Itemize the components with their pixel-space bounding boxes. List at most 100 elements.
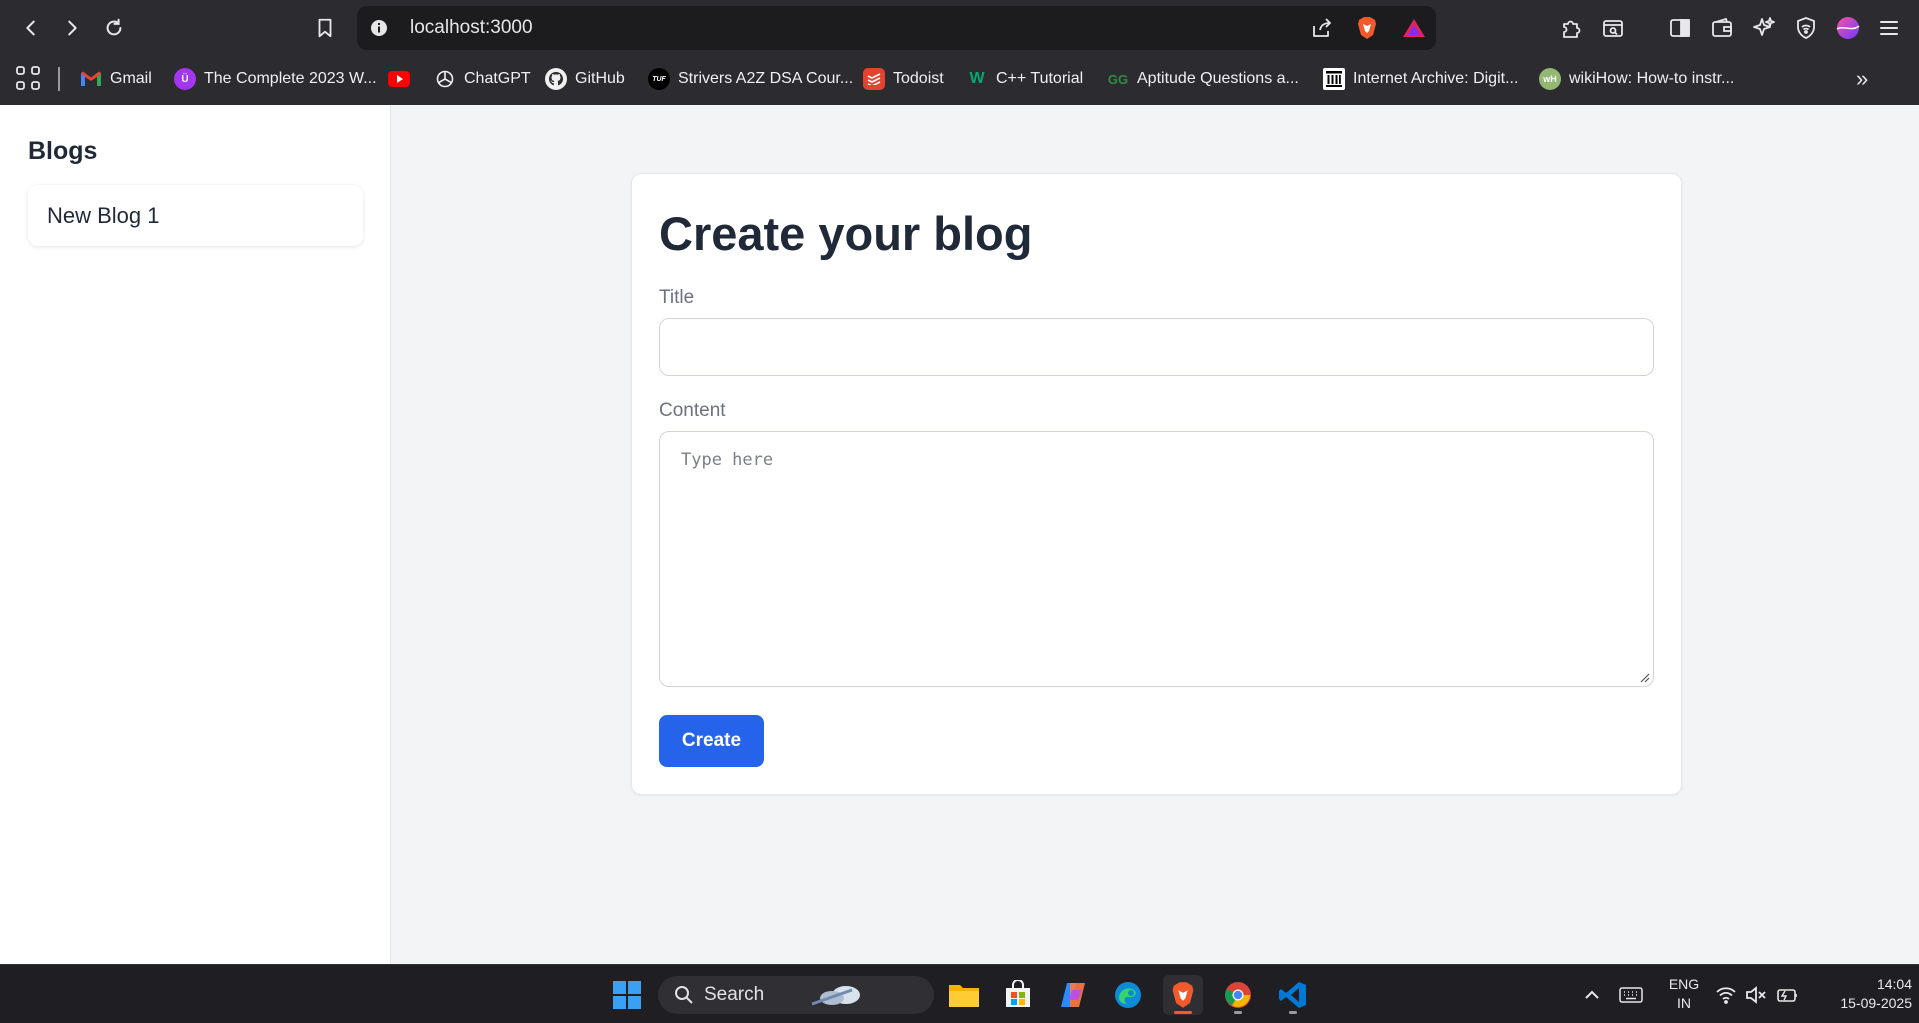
url-text[interactable]: localhost:3000 — [410, 17, 533, 39]
title-input[interactable] — [659, 318, 1654, 376]
bookmark-udemy[interactable]: Ü The Complete 2023 W... — [174, 64, 377, 94]
bookmark-github[interactable]: GitHub — [545, 64, 625, 94]
bookmark-todoist[interactable]: Todoist — [863, 64, 944, 94]
vpn-icon[interactable] — [1790, 12, 1822, 44]
udemy-icon: Ü — [174, 68, 196, 90]
bookmark-internet-archive[interactable]: Internet Archive: Digit... — [1323, 64, 1518, 94]
tab-search-icon[interactable] — [1597, 12, 1629, 44]
wifi-icon[interactable] — [1715, 965, 1737, 1023]
language-code: ENG — [1668, 976, 1700, 992]
menu-icon[interactable] — [1873, 12, 1905, 44]
sidebar-toggle-icon[interactable] — [1664, 12, 1696, 44]
bookmark-label: C++ Tutorial — [996, 70, 1084, 87]
bookmark-button[interactable] — [309, 12, 341, 44]
bookmark-gmail[interactable]: Gmail — [80, 64, 152, 94]
brave-icon — [1172, 982, 1194, 1008]
windows-taskbar: Search ENG IN 14:04 15-09-2025 — [0, 964, 1919, 1023]
content-textarea[interactable]: Type here — [659, 431, 1654, 687]
bookmark-gfg[interactable]: GG Aptitude Questions a... — [1107, 64, 1299, 94]
chrome-app[interactable] — [1218, 975, 1258, 1015]
todoist-icon — [863, 68, 885, 90]
copilot-app[interactable] — [1053, 975, 1093, 1015]
bookmark-chatgpt[interactable]: ChatGPT — [434, 64, 531, 94]
archive-icon — [1323, 68, 1345, 90]
keyboard-icon[interactable] — [1619, 965, 1643, 1023]
clock-time: 14:04 — [1876, 976, 1912, 992]
site-info-icon[interactable] — [367, 16, 391, 40]
search-placeholder: Search — [704, 984, 765, 1005]
bookmark-label: Todoist — [893, 70, 944, 87]
more-bookmarks-icon[interactable]: » — [1856, 66, 1868, 92]
language-indicator[interactable]: ENG IN — [1666, 975, 1702, 1013]
profile-avatar-icon[interactable] — [1832, 12, 1864, 44]
bookmark-w3schools[interactable]: W C++ Tutorial — [966, 64, 1083, 94]
bookmark-label: Gmail — [110, 70, 152, 87]
bookmark-strivers[interactable]: TUF Strivers A2Z DSA Cour... — [648, 64, 853, 94]
create-button[interactable]: Create — [659, 715, 764, 767]
youtube-icon — [388, 68, 410, 90]
taskbar-search[interactable]: Search — [658, 976, 934, 1014]
forward-button[interactable] — [56, 12, 88, 44]
wallet-icon[interactable] — [1706, 12, 1738, 44]
content-label: Content — [659, 400, 726, 421]
edge-app[interactable] — [1108, 975, 1148, 1015]
bookmark-label: wikiHow: How-to instr... — [1569, 70, 1735, 87]
bookmark-label: Internet Archive: Digit... — [1353, 70, 1519, 87]
blogs-sidebar: Blogs New Blog 1 — [0, 105, 391, 964]
bookmark-label: The Complete 2023 W... — [204, 70, 377, 87]
content-placeholder: Type here — [681, 450, 774, 470]
bookmark-label: GitHub — [575, 70, 625, 87]
gmail-icon — [80, 68, 102, 90]
page-title: Create your blog — [659, 207, 1033, 260]
brave-shields-icon[interactable] — [1353, 14, 1381, 42]
brave-rewards-icon[interactable] — [1400, 14, 1428, 42]
reload-icon — [106, 18, 122, 36]
store-app[interactable] — [998, 975, 1038, 1015]
share-icon[interactable] — [1308, 14, 1336, 42]
copilot-icon — [1061, 983, 1085, 1007]
apps-grid-icon[interactable] — [15, 65, 41, 91]
leo-ai-icon[interactable] — [1748, 12, 1780, 44]
chrome-icon — [1225, 982, 1251, 1008]
chevron-left-icon — [26, 20, 35, 36]
active-indicator — [1174, 1011, 1192, 1014]
battery-icon[interactable] — [1775, 965, 1799, 1023]
brave-app[interactable] — [1163, 975, 1203, 1015]
browser-chrome: localhost:3000 Gmail Ü The Complete 2023… — [0, 0, 1919, 105]
volume-muted-icon[interactable] — [1745, 965, 1767, 1023]
resize-handle-icon[interactable] — [1638, 671, 1650, 683]
bookmark-wikihow[interactable]: wH wikiHow: How-to instr... — [1539, 64, 1734, 94]
file-explorer-app[interactable] — [944, 975, 984, 1015]
tuf-icon: TUF — [648, 68, 670, 90]
clock-date: 15-09-2025 — [1840, 995, 1912, 1011]
github-icon — [545, 68, 567, 90]
browser-toolbar: localhost:3000 — [0, 0, 1919, 56]
open-indicator — [1234, 1011, 1242, 1014]
bookmark-youtube[interactable] — [388, 64, 418, 94]
bookmark-label: Aptitude Questions a... — [1137, 70, 1299, 87]
w3schools-icon: W — [969, 70, 985, 87]
back-button[interactable] — [15, 12, 47, 44]
system-clock[interactable]: 14:04 15-09-2025 — [1812, 975, 1912, 1013]
start-button[interactable] — [607, 975, 647, 1015]
folder-icon — [949, 985, 979, 1007]
chatgpt-icon — [434, 68, 456, 90]
search-icon — [675, 986, 693, 1004]
vscode-app[interactable] — [1273, 975, 1313, 1015]
extensions-icon[interactable] — [1555, 12, 1587, 44]
blog-item-label: New Blog 1 — [47, 202, 160, 228]
create-blog-card: Create your blog Title Content Type here… — [631, 173, 1682, 795]
gfg-icon: GG — [1107, 71, 1129, 87]
windows-logo-icon — [613, 981, 641, 1009]
title-label: Title — [659, 287, 695, 308]
reload-button[interactable] — [98, 12, 130, 44]
bookmark-label: Strivers A2Z DSA Cour... — [678, 70, 854, 87]
store-icon — [1006, 980, 1030, 1007]
vscode-icon — [1279, 982, 1306, 1008]
sidebar-item-blog[interactable]: New Blog 1 — [28, 185, 363, 246]
region-code: IN — [1677, 995, 1691, 1011]
address-bar[interactable]: localhost:3000 — [357, 6, 1436, 50]
tray-overflow-icon[interactable] — [1582, 965, 1602, 1023]
bookmarks-separator — [58, 67, 60, 91]
sidebar-title: Blogs — [28, 137, 98, 165]
